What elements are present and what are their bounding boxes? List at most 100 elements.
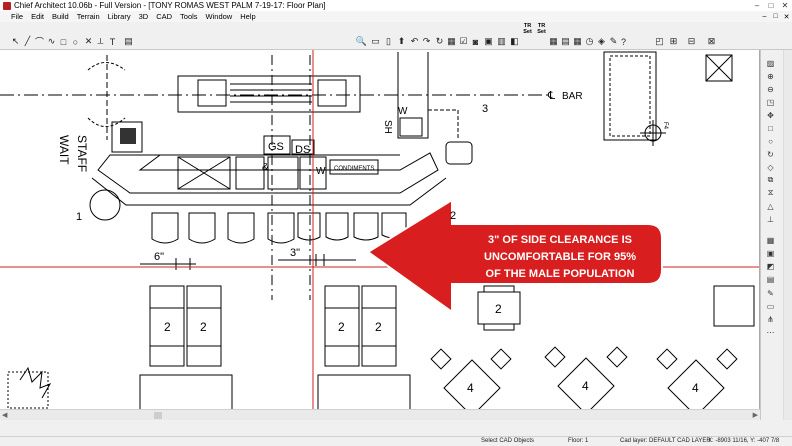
pan-icon[interactable]: ✥ <box>765 110 776 120</box>
minimize-button[interactable]: – <box>750 0 764 11</box>
copy-icon[interactable]: ⧉ <box>765 175 776 185</box>
square-icon[interactable]: □ <box>765 123 776 133</box>
booth-3-label: 2 <box>338 320 345 334</box>
app-icon <box>3 1 11 10</box>
back-bar-sink-left <box>197 79 227 107</box>
mirror-icon[interactable]: ⧖ <box>765 188 776 198</box>
select-arrow-icon[interactable]: ↖ <box>10 36 21 47</box>
menu-tools[interactable]: Tools <box>177 12 203 21</box>
align-icon[interactable]: ⊥ <box>765 214 776 224</box>
tape-icon[interactable]: ◈ <box>596 36 607 47</box>
wait-label-line1: WAIT <box>57 135 71 165</box>
horizontal-scrollbar[interactable]: ◀ ▶ <box>0 409 760 420</box>
group-icon[interactable]: ⊞ <box>668 36 679 47</box>
bar-rail-outline <box>91 177 447 206</box>
layers-icon[interactable]: ⊠ <box>706 36 717 47</box>
rotate-icon[interactable]: ↻ <box>434 36 445 47</box>
menu-cad[interactable]: CAD <box>153 12 177 21</box>
status-action: Select CAD Objects <box>481 438 535 444</box>
menu-build[interactable]: Build <box>49 12 74 21</box>
scroll-thumb[interactable] <box>154 412 162 419</box>
select-icon[interactable]: ▨ <box>765 58 776 68</box>
schedule-icon[interactable]: ▦ <box>572 36 583 47</box>
ds-label: DS <box>295 144 310 156</box>
table-icon[interactable]: ▤ <box>560 36 571 47</box>
zoom-in-icon[interactable]: ⊕ <box>765 71 776 81</box>
condiments-label: CONDIMENTS <box>334 166 374 172</box>
sh-label: SH <box>382 120 393 134</box>
undo-icon[interactable]: ↶ <box>409 36 420 47</box>
plan-view-icon[interactable]: ▣ <box>483 36 494 47</box>
stack-icon[interactable]: ⊟ <box>686 36 697 47</box>
line-tool-icon[interactable]: ╱ <box>22 36 33 47</box>
close-button[interactable]: ✕ <box>778 0 792 11</box>
menu-file[interactable]: File <box>2 12 28 21</box>
zone-3-label: 3 <box>482 103 488 115</box>
help-icon[interactable]: ? <box>618 36 629 47</box>
plan-canvas[interactable]: BAR ℄ WAIT STAFF GS DS SH W W & CONDIMEN… <box>0 50 760 409</box>
text-tool-icon[interactable]: T <box>107 36 118 47</box>
tool-set-2[interactable]: TR Set <box>535 23 548 35</box>
layer-set-icon[interactable]: ▦ <box>765 235 776 245</box>
color-icon[interactable]: ◩ <box>765 261 776 271</box>
frame-icon[interactable]: ▭ <box>765 301 776 311</box>
w-lower-label: W <box>316 166 326 177</box>
diamond-icon[interactable]: ◇ <box>765 162 776 172</box>
spline-tool-icon[interactable]: ∿ <box>46 36 57 47</box>
chief-architect-window: Chief Architect 10.06b - Full Version - … <box>0 0 792 446</box>
callout-text: 3" OF SIDE CLEARANCE IS UNCOMFORTABLE FO… <box>440 232 680 283</box>
print-icon[interactable]: ▭ <box>370 36 381 47</box>
menu-bar: File Edit Build Terrain Library 3D CAD T… <box>0 11 792 22</box>
doc-close-button[interactable]: ✕ <box>781 13 792 21</box>
rotate-icon[interactable]: ↻ <box>765 149 776 159</box>
callout-line-2: UNCOMFORTABLE FOR 95% <box>484 251 636 263</box>
redo-icon[interactable]: ↷ <box>421 36 432 47</box>
menu-terrain[interactable]: Terrain <box>74 12 105 21</box>
document-icon[interactable]: ▦ <box>446 36 457 47</box>
bottom-padding <box>0 420 792 436</box>
open-icon[interactable]: ▯ <box>383 36 394 47</box>
circle-tool-icon[interactable]: ○ <box>70 36 81 47</box>
library-icon[interactable]: ▥ <box>496 36 507 47</box>
clock-icon[interactable]: ◷ <box>584 36 595 47</box>
check-icon[interactable]: ☑ <box>458 36 469 47</box>
camera-icon[interactable]: ◙ <box>470 36 481 47</box>
amp-label: & <box>262 162 269 173</box>
display-icon[interactable]: ▣ <box>765 248 776 258</box>
grid-icon[interactable]: ▦ <box>548 36 559 47</box>
callout-line-1: 3" OF SIDE CLEARANCE IS <box>488 234 632 246</box>
delete-tool-icon[interactable]: ✕ <box>83 36 94 47</box>
layer-tool-icon[interactable]: ▤ <box>123 36 134 47</box>
doc-restore-button[interactable]: □ <box>770 13 781 21</box>
grid-snap-icon[interactable]: ⋯ <box>765 327 776 337</box>
title-bar: Chief Architect 10.06b - Full Version - … <box>0 0 792 11</box>
menu-window[interactable]: Window <box>203 12 238 21</box>
menu-3d[interactable]: 3D <box>136 12 154 21</box>
vertical-scrollbar[interactable] <box>783 50 792 420</box>
menu-help[interactable]: Help <box>237 12 260 21</box>
triangle-icon[interactable]: △ <box>765 201 776 211</box>
snap-icon[interactable]: ⋔ <box>765 314 776 324</box>
menu-edit[interactable]: Edit <box>28 12 49 21</box>
zoom-out-icon[interactable]: ⊖ <box>765 84 776 94</box>
rectangle-tool-icon[interactable]: □ <box>58 36 69 47</box>
arc-tool-icon[interactable]: ⌒ <box>34 36 45 47</box>
up-arrow-icon[interactable]: ⬆ <box>396 36 407 47</box>
cad-objects-icon[interactable]: ◰ <box>654 36 665 47</box>
menu-library[interactable]: Library <box>105 12 136 21</box>
zoom-icon[interactable]: 🔍 <box>356 36 367 47</box>
pencil-icon[interactable]: ✎ <box>765 288 776 298</box>
doc-minimize-button[interactable]: – <box>759 13 770 21</box>
bar-centerline-label: BAR <box>562 91 583 102</box>
dimension-tool-icon[interactable]: ⟂ <box>95 36 106 47</box>
back-bar-sink-right <box>317 79 347 107</box>
material-icon[interactable]: ◧ <box>509 36 520 47</box>
booth-2-label: 2 <box>200 320 207 334</box>
tool-set-1[interactable]: TR Set <box>521 23 534 35</box>
scroll-right-icon[interactable]: ▶ <box>753 411 758 419</box>
fill-window-icon[interactable]: ◳ <box>765 97 776 107</box>
scroll-left-icon[interactable]: ◀ <box>2 411 7 419</box>
maximize-button[interactable]: □ <box>764 0 778 11</box>
print-preview-icon[interactable]: ▤ <box>765 274 776 284</box>
circle-icon[interactable]: ○ <box>765 136 776 146</box>
